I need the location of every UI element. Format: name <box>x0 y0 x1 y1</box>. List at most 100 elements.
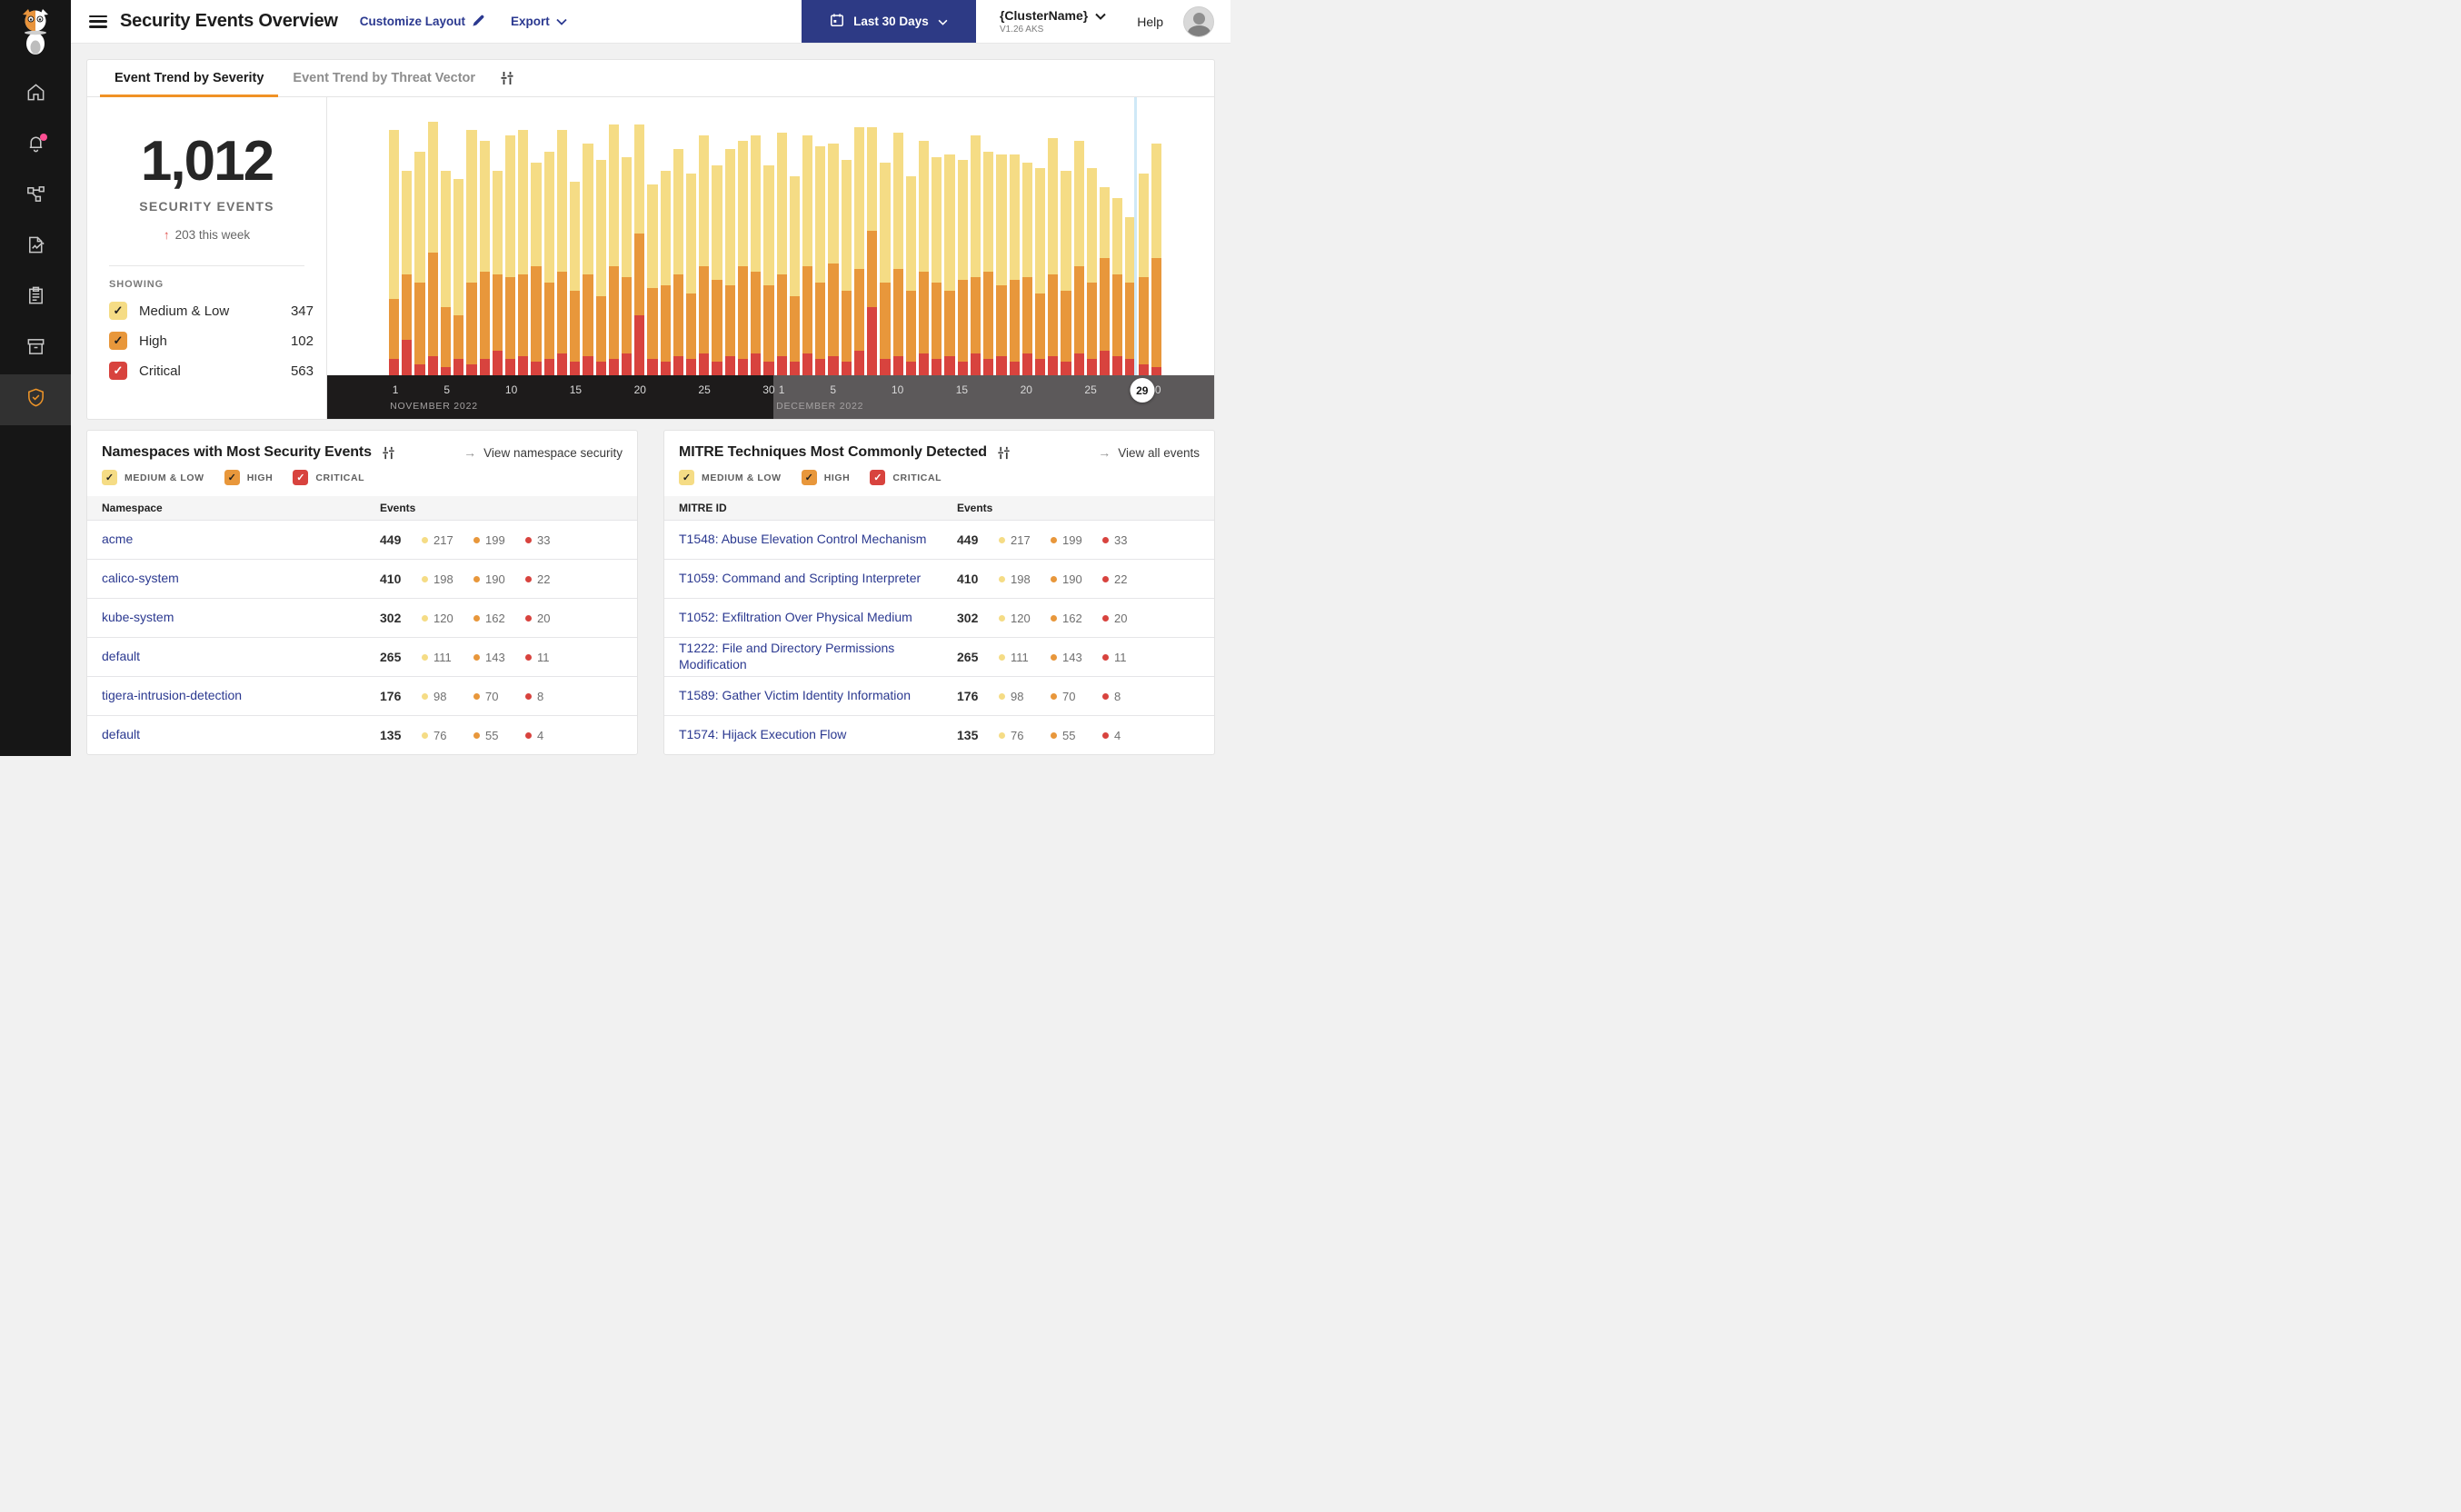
stacked-bar <box>466 103 477 375</box>
export-button[interactable]: Export <box>511 15 567 28</box>
stacked-bar <box>583 103 593 375</box>
filter-checkbox[interactable]: ✓ <box>102 470 117 485</box>
stacked-bar <box>789 103 800 375</box>
events-total: 302 <box>957 611 979 625</box>
events-high: 143 <box>1051 651 1102 664</box>
high-dot-icon <box>1051 536 1057 543</box>
filter-critical[interactable]: ✓ CRITICAL <box>293 470 364 485</box>
sidebar-item-compliance-reports[interactable] <box>0 273 71 323</box>
selected-day-marker[interactable]: 29 <box>1130 378 1155 403</box>
user-avatar[interactable] <box>1183 5 1214 37</box>
row-link[interactable]: calico-system <box>102 571 179 585</box>
row-link[interactable]: T1574: Hijack Execution Flow <box>679 727 846 741</box>
filter-high[interactable]: ✓ HIGH <box>801 470 851 485</box>
row-link[interactable]: kube-system <box>102 610 174 624</box>
help-link[interactable]: Help <box>1137 15 1163 29</box>
severity-legend-row: ✓ Medium & Low 347 <box>109 302 314 320</box>
critical-dot-icon <box>1102 614 1109 622</box>
stacked-bar <box>440 103 452 375</box>
filter-checkbox[interactable]: ✓ <box>870 470 886 485</box>
medium-dot-icon <box>422 614 428 622</box>
row-link[interactable]: T1589: Gather Victim Identity Informatio… <box>679 688 911 702</box>
severity-checkbox-medium-low[interactable]: ✓ <box>109 302 127 320</box>
mitre-table: MITRE ID Events T1548: Abuse Elevation C… <box>664 496 1214 755</box>
high-dot-icon <box>1051 653 1057 661</box>
arrow-right-icon: → <box>463 445 477 460</box>
stacked-bar <box>918 103 930 375</box>
menu-toggle-button[interactable] <box>89 15 107 28</box>
row-link[interactable]: default <box>102 649 140 663</box>
sidebar-item-workloads[interactable] <box>0 323 71 374</box>
events-medium: 198 <box>999 572 1051 586</box>
events-medium: 217 <box>422 533 473 547</box>
date-range-button[interactable]: Last 30 Days <box>801 0 976 43</box>
critical-dot-icon <box>525 614 532 622</box>
filter-checkbox[interactable]: ✓ <box>679 470 694 485</box>
stacked-bar <box>880 103 891 375</box>
mitre-filter-sliders-icon[interactable] <box>996 445 1011 461</box>
severity-checkbox-high[interactable]: ✓ <box>109 332 127 350</box>
filter-high[interactable]: ✓ HIGH <box>224 470 274 485</box>
cluster-selector[interactable]: {ClusterName} V1.26 AKS <box>1000 8 1106 35</box>
stacked-bar <box>905 103 916 375</box>
table-row: T1589: Gather Victim Identity Informatio… <box>664 676 1214 716</box>
box-icon <box>25 336 46 362</box>
sidebar-item-notifications[interactable] <box>0 120 71 171</box>
tab-event-trend-by-severity[interactable]: Event Trend by Severity <box>100 60 279 97</box>
shield-icon <box>25 387 46 413</box>
axis-tick: 30 <box>762 383 775 396</box>
sidebar-item-home[interactable] <box>0 69 71 120</box>
row-link[interactable]: T1052: Exfiltration Over Physical Medium <box>679 610 912 624</box>
chevron-down-icon <box>556 15 567 28</box>
filter-checkbox[interactable]: ✓ <box>224 470 240 485</box>
view-all-events-link[interactable]: → View all events <box>1098 445 1200 460</box>
row-link[interactable]: default <box>102 727 140 741</box>
sidebar-item-service-graph[interactable] <box>0 171 71 222</box>
total-security-events: 1,012 <box>140 130 274 193</box>
row-link[interactable]: T1222: File and Directory Permissions Mo… <box>679 641 894 671</box>
stacked-bar <box>751 103 762 375</box>
chevron-down-icon <box>1095 8 1106 23</box>
filter-checkbox[interactable]: ✓ <box>801 470 817 485</box>
customize-layout-button[interactable]: Customize Layout <box>360 14 485 30</box>
stacked-bar <box>1073 103 1084 375</box>
row-link[interactable]: tigera-intrusion-detection <box>102 688 242 702</box>
medium-dot-icon <box>999 614 1005 622</box>
stacked-bar <box>427 103 438 375</box>
events-medium: 98 <box>422 690 473 703</box>
severity-checkbox-critical[interactable]: ✓ <box>109 362 127 380</box>
sidebar-item-policies[interactable] <box>0 222 71 273</box>
table-row: default 265 111 143 11 <box>87 637 637 677</box>
column-header-events: Events <box>365 496 637 521</box>
row-link[interactable]: T1548: Abuse Elevation Control Mechanism <box>679 532 926 546</box>
stacked-bar <box>970 103 981 375</box>
filter-medium-low[interactable]: ✓ MEDIUM & LOW <box>679 470 782 485</box>
trend-tabs: Event Trend by Severity Event Trend by T… <box>87 60 1214 97</box>
table-row: T1222: File and Directory Permissions Mo… <box>664 637 1214 677</box>
events-critical: 8 <box>525 690 577 703</box>
axis-tick: 10 <box>891 383 904 396</box>
sidebar-item-security-events[interactable] <box>0 374 71 425</box>
view-namespace-security-link[interactable]: → View namespace security <box>463 445 623 460</box>
critical-dot-icon <box>1102 653 1109 661</box>
high-dot-icon <box>1051 692 1057 700</box>
filter-checkbox[interactable]: ✓ <box>293 470 309 485</box>
row-link[interactable]: acme <box>102 532 133 546</box>
stacked-bar <box>453 103 464 375</box>
sidebar <box>0 0 71 756</box>
top-bar: Security Events Overview Customize Layou… <box>71 0 1230 44</box>
stacked-bar <box>867 103 878 375</box>
calico-cat-logo <box>0 0 71 56</box>
tab-event-trend-by-threat-vector[interactable]: Event Trend by Threat Vector <box>278 60 490 96</box>
namespaces-card: Namespaces with Most Security Events → V… <box>86 430 638 755</box>
medium-dot-icon <box>422 653 428 661</box>
namespaces-filter-sliders-icon[interactable] <box>381 445 396 461</box>
filter-critical[interactable]: ✓ CRITICAL <box>870 470 942 485</box>
row-link[interactable]: T1059: Command and Scripting Interpreter <box>679 571 921 585</box>
filter-medium-low[interactable]: ✓ MEDIUM & LOW <box>102 470 204 485</box>
events-total: 176 <box>957 689 979 703</box>
trend-filter-sliders-icon[interactable] <box>499 60 515 96</box>
axis-tick: 10 <box>504 383 518 396</box>
calendar-icon <box>830 13 844 30</box>
events-total: 265 <box>380 650 402 664</box>
